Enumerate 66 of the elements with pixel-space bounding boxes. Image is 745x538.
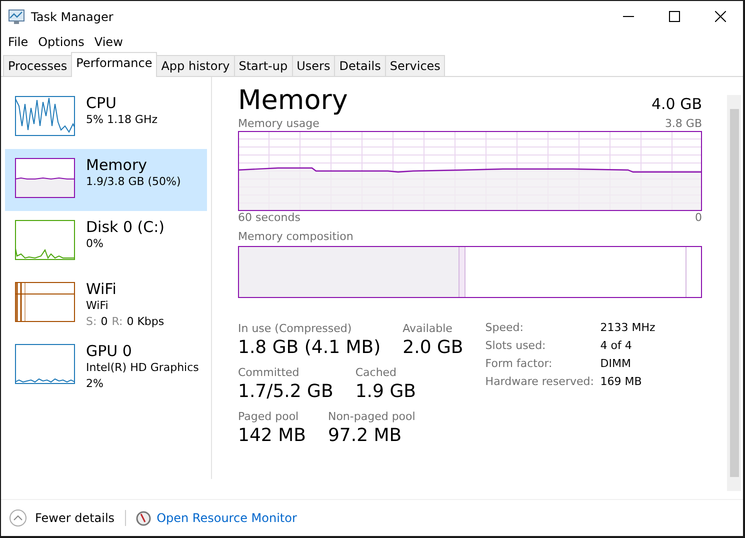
- gauge-icon: [136, 510, 151, 526]
- menu-item[interactable]: Options: [33, 35, 90, 49]
- stat-label: Committed: [238, 366, 300, 380]
- stat-label: Paged pool: [238, 410, 300, 424]
- close-icon: [714, 11, 726, 22]
- property-value: 2133 MHz: [600, 320, 656, 336]
- fewer-details-button[interactable]: Fewer details: [9, 509, 115, 527]
- stat-label: Non-paged pool: [328, 410, 416, 424]
- item-detail: Intel(R) HD Graphics: [86, 360, 199, 376]
- graph-max: 3.8 GB: [664, 117, 702, 131]
- item-title: CPU: [86, 94, 118, 112]
- time-span-label: 60 seconds: [238, 211, 300, 225]
- property-label: Slots used:: [485, 338, 547, 354]
- item-title: Memory: [86, 156, 148, 174]
- window-title: Task Manager: [31, 10, 114, 24]
- tab[interactable]: Performance: [71, 52, 158, 77]
- item-title: WiFi: [86, 280, 118, 298]
- stat-value: 2.0 GB: [402, 336, 464, 360]
- sidebar-item[interactable]: Disk 0 (C:) 0%: [5, 211, 207, 273]
- stat-value: 1.9 GB: [355, 380, 416, 404]
- sidebar-item[interactable]: Memory 1.9/3.8 GB (50%): [5, 149, 207, 211]
- item-title: GPU 0: [86, 342, 133, 360]
- property-value: 4 of 4: [600, 338, 633, 354]
- property-label: Form factor:: [485, 356, 554, 372]
- sidebar-item[interactable]: CPU 5% 1.18 GHz: [5, 87, 207, 149]
- property-label: Speed:: [485, 320, 524, 336]
- property-value: 169 MB: [600, 374, 643, 390]
- tab[interactable]: Services: [384, 55, 446, 76]
- time-end-label: 0: [695, 211, 702, 225]
- tab[interactable]: Details: [334, 55, 386, 76]
- item-detail: 5% 1.18 GHz: [86, 112, 158, 128]
- maximize-icon: [668, 11, 680, 22]
- property-value: DIMM: [600, 356, 632, 372]
- tab[interactable]: Users: [292, 55, 336, 76]
- stat-label: In use (Compressed): [238, 322, 353, 336]
- sidebar-item[interactable]: GPU 0 Intel(R) HD Graphics 2%: [5, 335, 207, 397]
- total-memory: 4.0 GB: [651, 95, 702, 113]
- stat-value: 97.2 MB: [328, 424, 403, 448]
- tab[interactable]: App history: [156, 55, 235, 76]
- stat-label: Cached: [355, 366, 398, 380]
- item-detail: 0 Kbps: [126, 314, 164, 330]
- graph-label: Memory usage: [238, 117, 320, 131]
- stat-label: Available: [402, 322, 454, 336]
- app-icon: [8, 9, 25, 24]
- tab[interactable]: Start-up: [234, 55, 293, 76]
- resource-monitor-link[interactable]: Open Resource Monitor: [136, 510, 297, 526]
- sidebar-item[interactable]: WiFi WiFi S: 0 R: 0 Kbps: [5, 273, 207, 335]
- item-detail: WiFi: [86, 298, 108, 314]
- chevron-up-icon: [9, 509, 27, 527]
- item-detail: 2%: [86, 376, 104, 392]
- stat-value: 142 MB: [238, 424, 306, 448]
- item-detail: 1.9/3.8 GB (50%): [86, 174, 181, 190]
- item-title: Disk 0 (C:): [86, 218, 165, 236]
- item-detail: R:: [112, 314, 123, 330]
- tab[interactable]: Processes: [3, 55, 72, 76]
- section-title: Memory: [238, 85, 348, 117]
- item-detail: S:: [86, 314, 97, 330]
- menu-item[interactable]: File: [3, 35, 34, 49]
- scrollbar[interactable]: [727, 95, 741, 491]
- item-detail: 0: [100, 314, 108, 330]
- item-detail: 0%: [86, 236, 104, 252]
- stat-value: 1.8 GB (4.1 MB): [238, 336, 381, 360]
- composition-label: Memory composition: [238, 230, 354, 244]
- property-label: Hardware reserved:: [485, 374, 595, 390]
- menu-item[interactable]: View: [89, 35, 128, 49]
- stat-value: 1.7/5.2 GB: [238, 380, 334, 404]
